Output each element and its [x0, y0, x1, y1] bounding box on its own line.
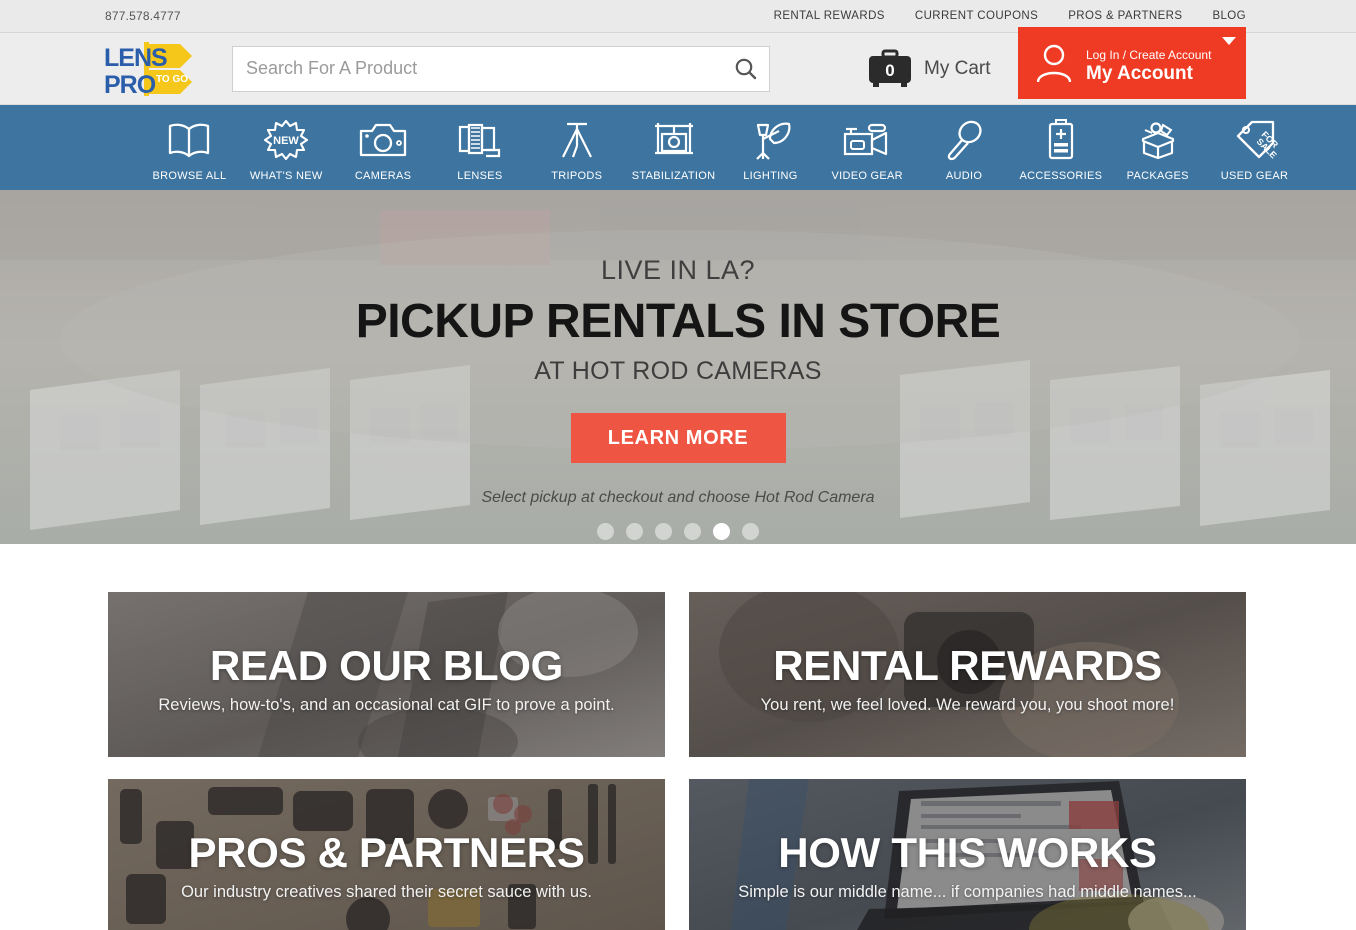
card-subtitle: Reviews, how-to's, and an occasional cat…	[158, 696, 615, 714]
microphone-icon	[943, 117, 985, 163]
learn-more-button[interactable]: LEARN MORE	[570, 413, 786, 463]
gimbal-rig-icon	[649, 117, 699, 163]
caret-down-icon	[1222, 37, 1236, 45]
new-starburst-icon: NEW	[263, 117, 309, 163]
nav-item-audio[interactable]: AUDIO	[916, 117, 1013, 182]
search-input[interactable]	[233, 46, 723, 91]
nav-label: ACCESSORIES	[1019, 170, 1103, 182]
nav-item-whats-new[interactable]: NEW WHAT'S NEW	[238, 117, 335, 182]
tripod-icon	[556, 117, 598, 163]
card-title: RENTAL REWARDS	[773, 642, 1162, 689]
nav-item-used-gear[interactable]: FOR SALE USED GEAR	[1206, 117, 1303, 182]
cart-icon-wrap: 0	[866, 49, 914, 89]
nav-item-lenses[interactable]: LENSES	[431, 117, 528, 182]
account-text: Log In / Create Account My Account	[1086, 42, 1211, 85]
svg-text:TO GO: TO GO	[156, 74, 188, 85]
nav-item-browse-all[interactable]: BROWSE ALL	[141, 117, 238, 182]
promo-card-read-our-blog[interactable]: READ OUR BLOG Reviews, how-to's, and an …	[108, 592, 665, 757]
open-box-icon	[1133, 117, 1183, 163]
carousel-dot-4[interactable]	[684, 523, 701, 540]
logo-mark: LENS PRO TO GO	[104, 41, 192, 98]
top-link-rental-rewards[interactable]: RENTAL REWARDS	[774, 10, 885, 22]
nav-item-lighting[interactable]: LIGHTING	[722, 117, 819, 182]
nav-label: AUDIO	[945, 170, 983, 182]
for-sale-tag-icon: FOR SALE	[1232, 117, 1278, 163]
nav-item-tripods[interactable]: TRIPODS	[528, 117, 625, 182]
nav-label: VIDEO GEAR	[831, 170, 903, 182]
top-link-pros-partners[interactable]: PROS & PARTNERS	[1068, 10, 1182, 22]
nav-label: LIGHTING	[743, 170, 798, 182]
card-title: PROS & PARTNERS	[188, 829, 585, 876]
search-button[interactable]	[723, 47, 769, 91]
top-nav-links: RENTAL REWARDS CURRENT COUPONS PROS & PA…	[774, 10, 1246, 22]
carousel-dot-3[interactable]	[655, 523, 672, 540]
carousel-dot-5[interactable]	[713, 523, 730, 540]
card-subtitle: Simple is our middle name... if companie…	[738, 883, 1197, 901]
lens-icon	[455, 117, 505, 163]
nav-label: PACKAGES	[1126, 170, 1189, 182]
nav-item-packages[interactable]: PACKAGES	[1109, 117, 1206, 182]
user-icon	[1036, 44, 1072, 83]
camera-icon	[358, 117, 408, 163]
svg-text:LENS: LENS	[104, 44, 167, 72]
card-body: HOW THIS WORKS Simple is our middle name…	[689, 779, 1246, 930]
svg-text:NEW: NEW	[273, 135, 299, 147]
light-umbrella-icon	[746, 117, 794, 163]
battery-icon	[1043, 117, 1079, 163]
promo-card-rental-rewards[interactable]: RENTAL REWARDS You rent, we feel loved. …	[689, 592, 1246, 757]
nav-label: LENSES	[457, 170, 503, 182]
account-main-label: My Account	[1086, 62, 1193, 84]
search-bar[interactable]	[232, 45, 770, 92]
nav-item-video-gear[interactable]: VIDEO GEAR	[819, 117, 916, 182]
nav-label: BROWSE ALL	[152, 170, 227, 182]
card-body: READ OUR BLOG Reviews, how-to's, and an …	[108, 592, 665, 757]
cart-count: 0	[885, 60, 895, 80]
nav-label: USED GEAR	[1220, 170, 1289, 182]
my-account-button[interactable]: Log In / Create Account My Account	[1018, 27, 1246, 99]
hero-carousel: LIVE IN LA? PICKUP RENTALS IN STORE AT H…	[0, 190, 1356, 544]
card-subtitle: You rent, we feel loved. We reward you, …	[760, 696, 1175, 714]
phone-number: 877.578.4777	[105, 9, 181, 23]
carousel-dot-1[interactable]	[597, 523, 614, 540]
account-sub-label: Log In / Create Account	[1086, 47, 1212, 62]
nav-item-stabilization[interactable]: STABILIZATION	[625, 117, 722, 182]
card-body: PROS & PARTNERS Our industry creatives s…	[108, 779, 665, 930]
card-subtitle: Our industry creatives shared their secr…	[181, 883, 592, 901]
card-body: RENTAL REWARDS You rent, we feel loved. …	[689, 592, 1246, 757]
card-title: HOW THIS WORKS	[778, 829, 1157, 876]
hero-note: Select pickup at checkout and choose Hot…	[481, 489, 875, 506]
top-link-blog[interactable]: BLOG	[1212, 10, 1246, 22]
carousel-dot-2[interactable]	[626, 523, 643, 540]
carousel-dots	[597, 523, 759, 540]
nav-label: WHAT'S NEW	[249, 170, 323, 182]
svg-text:PRO: PRO	[104, 71, 156, 98]
site-header: LENS PRO TO GO 0 My Cart	[0, 27, 1356, 105]
nav-label: TRIPODS	[551, 170, 603, 182]
hero-subtitle: AT HOT ROD CAMERAS	[534, 357, 822, 385]
hero-title: PICKUP RENTALS IN STORE	[355, 295, 1001, 348]
hero-content: LIVE IN LA? PICKUP RENTALS IN STORE AT H…	[0, 190, 1356, 544]
nav-label: STABILIZATION	[631, 170, 716, 182]
nav-item-accessories[interactable]: ACCESSORIES	[1012, 117, 1109, 182]
cart-button[interactable]: 0 My Cart	[866, 49, 991, 89]
category-nav-inner: BROWSE ALL NEW WHAT'S NEW CAMERAS LENSES	[53, 117, 1303, 182]
cart-label: My Cart	[924, 57, 991, 79]
promo-card-grid: READ OUR BLOG Reviews, how-to's, and an …	[108, 544, 1248, 930]
open-book-icon	[166, 117, 212, 163]
video-camera-icon	[841, 117, 893, 163]
carousel-dot-6[interactable]	[742, 523, 759, 540]
nav-item-cameras[interactable]: CAMERAS	[335, 117, 432, 182]
promo-card-how-this-works[interactable]: HOW THIS WORKS Simple is our middle name…	[689, 779, 1246, 930]
promo-card-pros-partners[interactable]: PROS & PARTNERS Our industry creatives s…	[108, 779, 665, 930]
search-icon	[735, 58, 757, 79]
hero-eyebrow: LIVE IN LA?	[600, 255, 756, 285]
category-nav: BROWSE ALL NEW WHAT'S NEW CAMERAS LENSES	[0, 105, 1356, 190]
site-logo[interactable]: LENS PRO TO GO	[104, 40, 199, 98]
card-title: READ OUR BLOG	[209, 642, 564, 689]
nav-label: CAMERAS	[354, 170, 412, 182]
top-link-current-coupons[interactable]: CURRENT COUPONS	[915, 10, 1038, 22]
